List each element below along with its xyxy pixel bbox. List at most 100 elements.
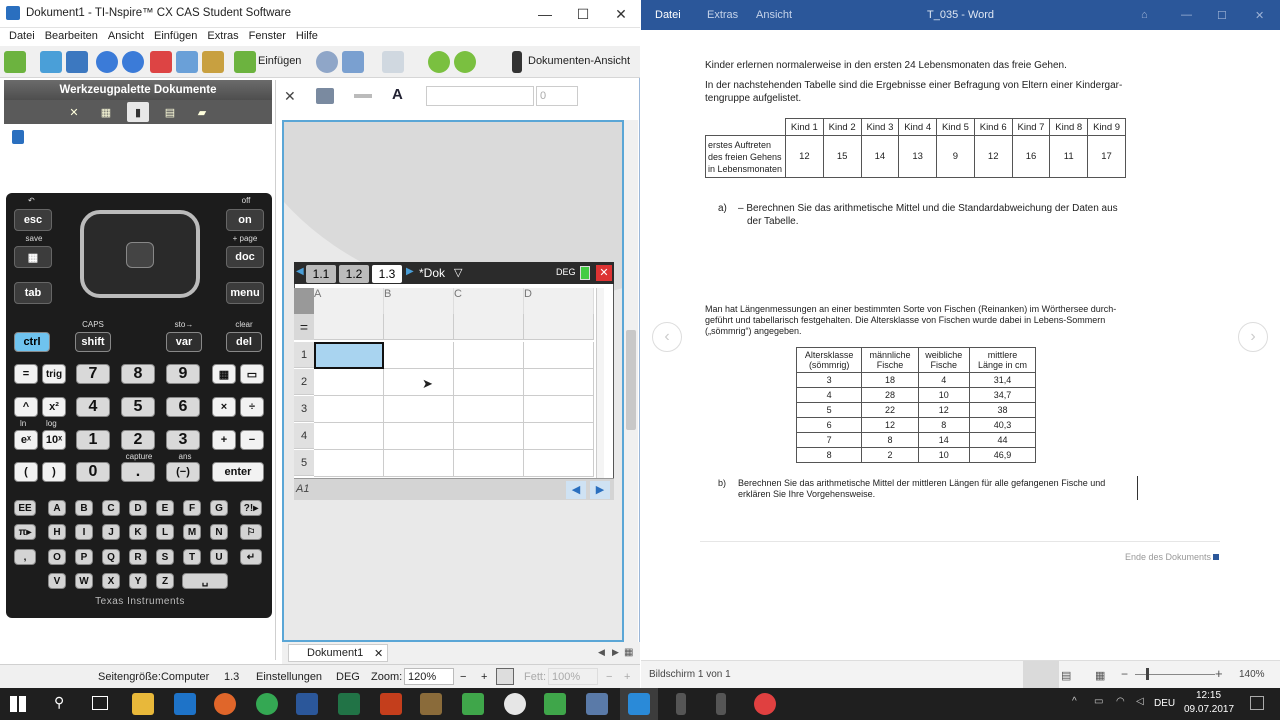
key-b[interactable]: B	[75, 500, 93, 516]
word-tab-ansicht[interactable]: Ansicht	[756, 9, 792, 21]
cell-c4[interactable]	[454, 423, 524, 450]
zoom-in-word-icon[interactable]: +	[1215, 666, 1223, 681]
redo-icon[interactable]	[122, 51, 144, 73]
formula-cell[interactable]	[384, 314, 454, 340]
word-close-icon[interactable]: ✕	[1255, 9, 1264, 22]
menu-fenster[interactable]: Fenster	[244, 28, 291, 46]
document-name[interactable]: *Dok	[419, 266, 445, 280]
column-header-a[interactable]: A	[314, 288, 384, 314]
font-size-field[interactable]: 0	[536, 86, 578, 106]
key-3[interactable]: 3	[166, 430, 200, 450]
scratchpad-key[interactable]: ▦	[14, 246, 52, 268]
catalog-key[interactable]: ▭	[240, 364, 264, 384]
file-explorer-icon[interactable]	[132, 693, 154, 715]
menu-datei[interactable]: Datei	[4, 28, 40, 46]
maximize-button[interactable]: ☐	[564, 0, 602, 28]
workspace-scrollbar-thumb[interactable]	[626, 330, 636, 430]
save-icon[interactable]	[66, 51, 88, 73]
page-grid-icon[interactable]: ▦	[624, 647, 633, 658]
volume-icon[interactable]: ◁	[1136, 696, 1144, 707]
shift-key[interactable]: shift	[75, 332, 111, 352]
cell-b5[interactable]	[384, 450, 454, 477]
punct-key[interactable]: ?!▸	[240, 500, 262, 516]
cell-d4[interactable]	[524, 423, 594, 450]
row-header-4[interactable]: 4	[294, 423, 314, 449]
zoom-slider-thumb[interactable]	[1146, 668, 1149, 680]
tools-tab-icon[interactable]: ✕	[63, 102, 85, 122]
forward-arrow-icon[interactable]	[454, 51, 476, 73]
font-name-field[interactable]	[426, 86, 534, 106]
wifi-icon[interactable]: ◠	[1116, 696, 1125, 707]
read-mode-icon[interactable]	[1023, 661, 1059, 689]
cell-a5[interactable]	[314, 450, 384, 477]
word-zoom-level[interactable]: 140%	[1239, 669, 1265, 680]
input-language[interactable]: DEU	[1154, 698, 1175, 709]
firefox-icon[interactable]	[214, 693, 236, 715]
settings-status[interactable]: Einstellungen	[256, 671, 322, 683]
templates-key[interactable]: ▦	[212, 364, 236, 384]
key-p[interactable]: P	[75, 549, 93, 565]
network-icon[interactable]: ▭	[1094, 696, 1103, 707]
cell-a3[interactable]	[314, 396, 384, 423]
entry-line[interactable]: A1 ◀ ▶	[294, 478, 614, 500]
word-minimize-icon[interactable]: —	[1181, 9, 1192, 21]
equals-key[interactable]: =	[14, 364, 38, 384]
cell-d3[interactable]	[524, 396, 594, 423]
key-l[interactable]: L	[156, 524, 174, 540]
cell-c5[interactable]	[454, 450, 524, 477]
corner-cell[interactable]	[294, 288, 314, 314]
del-key[interactable]: del	[226, 332, 262, 352]
document-tab-close-icon[interactable]: ✕	[374, 647, 383, 660]
return-key[interactable]: ↵	[240, 549, 262, 565]
open-icon[interactable]	[40, 51, 62, 73]
tab-right-arrow-icon[interactable]: ▶	[406, 266, 414, 277]
row-header-2[interactable]: 2	[294, 369, 314, 395]
zoom-out-icon[interactable]: −	[460, 671, 466, 683]
fit-screen-icon[interactable]	[496, 668, 514, 685]
key-a[interactable]: A	[48, 500, 66, 516]
formula-cell[interactable]	[524, 314, 594, 340]
zoom-select[interactable]: 120%	[404, 668, 454, 685]
page-tab-1-1[interactable]: 1.1	[306, 265, 336, 283]
cell-d2[interactable]	[524, 369, 594, 396]
row-header-1[interactable]: 1	[294, 342, 314, 368]
key-z[interactable]: Z	[156, 573, 174, 589]
cell-c1[interactable]	[454, 342, 524, 369]
insert-icon[interactable]	[234, 51, 256, 73]
copy-icon[interactable]	[176, 51, 198, 73]
chrome-icon[interactable]	[256, 693, 278, 715]
row-header-5[interactable]: 5	[294, 450, 314, 476]
tray-chevron-icon[interactable]: ^	[1072, 696, 1077, 707]
formula-cell[interactable]	[314, 314, 384, 340]
ee-key[interactable]: EE	[14, 500, 36, 516]
key-q[interactable]: Q	[102, 549, 120, 565]
word-tab-extras[interactable]: Extras	[707, 9, 738, 21]
minimize-button[interactable]: —	[526, 0, 564, 28]
menu-bearbeiten[interactable]: Bearbeiten	[40, 28, 103, 46]
document-dropdown-icon[interactable]: ▽	[454, 266, 462, 279]
decimal-key[interactable]: .	[121, 462, 155, 482]
key-7[interactable]: 7	[76, 364, 110, 384]
key-j[interactable]: J	[102, 524, 120, 540]
flag-key[interactable]: ⚐	[240, 524, 262, 540]
tool-icon[interactable]	[754, 693, 776, 715]
key-u[interactable]: U	[210, 549, 228, 565]
new-document-icon[interactable]	[4, 51, 26, 73]
word-taskbar-icon[interactable]	[296, 693, 318, 715]
text-color-icon[interactable]: A	[392, 86, 403, 103]
next-page-icon[interactable]: ▶	[612, 647, 619, 658]
clock-date[interactable]: 09.07.2017	[1184, 704, 1234, 715]
key-i[interactable]: I	[75, 524, 93, 540]
key-1[interactable]: 1	[76, 430, 110, 450]
screenshot-icon[interactable]	[342, 51, 364, 73]
cell-c2[interactable]	[454, 369, 524, 396]
sheet-scrollbar[interactable]	[596, 288, 604, 478]
settings-icon[interactable]	[504, 693, 526, 715]
prev-page-icon[interactable]: ◀	[598, 647, 605, 658]
cell-a4[interactable]	[314, 423, 384, 450]
prev-screen-icon[interactable]: ‹	[652, 322, 682, 352]
key-5[interactable]: 5	[121, 397, 155, 417]
cell-b4[interactable]	[384, 423, 454, 450]
content-explorer-tab-icon[interactable]: ▤	[159, 102, 181, 122]
column-header-b[interactable]: B	[384, 288, 454, 314]
